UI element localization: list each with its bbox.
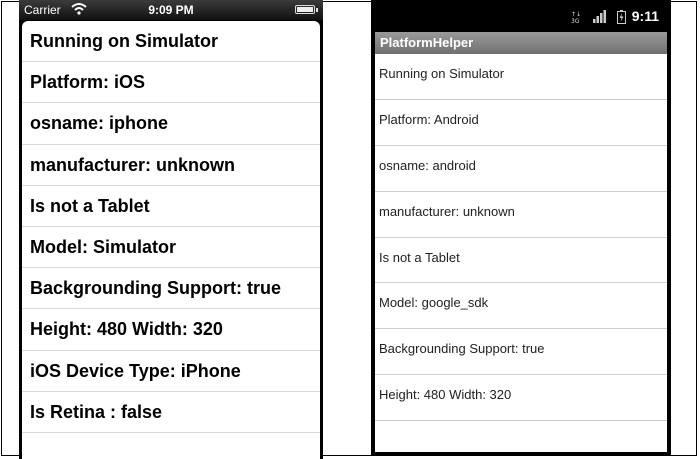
battery-charging-icon — [617, 10, 626, 24]
svg-text:3G: 3G — [571, 18, 580, 24]
list-item[interactable]: Platform: Android — [375, 100, 667, 146]
list-item[interactable]: iOS Device Type: iPhone — [22, 351, 320, 392]
android-clock: 9:11 — [631, 8, 659, 24]
app-title: PlatformHelper — [380, 35, 474, 50]
ios-clock: 9:09 PM — [148, 3, 194, 17]
list-item[interactable]: Running on Simulator — [375, 54, 667, 100]
list-item[interactable]: Model: Simulator — [22, 227, 320, 269]
android-status-bar: ↑↓ 3G 9:11 — [371, 0, 671, 32]
network-3g-icon: ↑↓ 3G — [571, 11, 581, 24]
list-item[interactable]: Running on Simulator — [22, 21, 320, 63]
android-emulator-screen: ↑↓ 3G 9:11 PlatformHelper Running on Sim… — [371, 0, 671, 456]
signal-icon — [593, 10, 606, 23]
ios-info-list[interactable]: Running on Simulator Platform: iOS osname:… — [22, 21, 320, 459]
ios-status-bar: Carrier 9:09 PM — [19, 0, 323, 20]
list-item[interactable]: manufacturer: unknown — [22, 145, 320, 186]
list-item[interactable]: Platform: iOS — [22, 62, 320, 104]
list-item[interactable]: osname: android — [375, 146, 667, 192]
list-item[interactable]: manufacturer: unknown — [375, 192, 667, 238]
list-item[interactable]: Backgrounding Support: true — [375, 329, 667, 376]
list-item[interactable]: Height: 480 Width: 320 — [375, 375, 667, 422]
list-item[interactable]: osname: iphone — [22, 103, 320, 145]
app-title-bar: PlatformHelper — [375, 32, 667, 54]
list-item[interactable]: Model: google_sdk — [375, 283, 667, 330]
battery-icon — [295, 5, 318, 14]
list-item[interactable]: Is not a Tablet — [22, 186, 320, 227]
list-item[interactable]: Height: 480 Width: 320 — [22, 309, 320, 351]
list-item[interactable]: Backgrounding Support: true — [22, 268, 320, 310]
ios-simulator-screen: Carrier 9:09 PM Running on Simulator Plat… — [19, 0, 323, 459]
list-item[interactable]: Is Retina : false — [22, 392, 320, 433]
svg-text:↑↓: ↑↓ — [571, 11, 581, 18]
list-item[interactable]: Is not a Tablet — [375, 238, 667, 284]
android-info-list[interactable]: Running on Simulator Platform: Android osn… — [375, 54, 667, 452]
